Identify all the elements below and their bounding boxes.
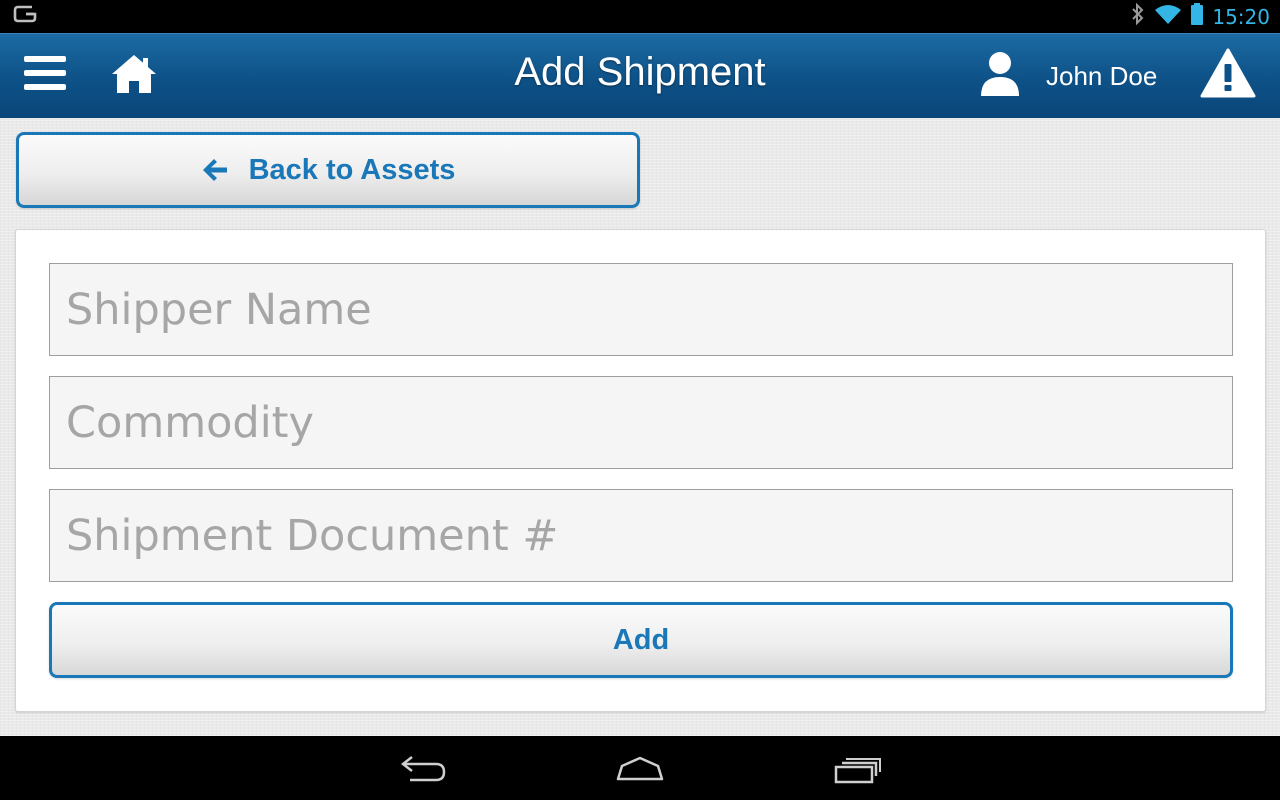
bluetooth-icon [1130, 2, 1146, 30]
home-icon [112, 55, 156, 93]
alert-button[interactable] [1200, 48, 1256, 100]
add-button-label: Add [612, 623, 670, 656]
nav-recents-icon [834, 758, 881, 784]
app-bar: Add Shipment John Doe [0, 33, 1280, 118]
menu-button[interactable] [24, 54, 68, 94]
commodity-input[interactable] [49, 376, 1233, 469]
content-area: Back to Assets Add [0, 118, 1280, 736]
g-notification-icon [12, 3, 38, 30]
nav-home-button[interactable] [612, 754, 668, 784]
shipment-form: Add [15, 229, 1266, 712]
status-time: 15:20 [1212, 4, 1270, 29]
user-name: John Doe [1046, 61, 1158, 91]
nav-back-icon [400, 756, 446, 782]
nav-back-button[interactable] [398, 754, 450, 784]
warning-icon [1200, 48, 1256, 98]
add-button[interactable]: Add [49, 602, 1233, 678]
back-to-assets-label: Back to Assets [248, 153, 456, 186]
hamburger-menu-icon [24, 56, 66, 90]
shipper-name-input[interactable] [49, 263, 1233, 356]
back-to-assets-button[interactable]: Back to Assets [16, 132, 640, 208]
nav-recents-button[interactable] [832, 756, 884, 784]
system-nav-bar [0, 736, 1280, 800]
user-icon [978, 50, 1022, 98]
arrow-left-icon [202, 159, 227, 181]
status-bar: 15:20 [0, 0, 1280, 33]
wifi-icon [1154, 3, 1182, 30]
nav-home-icon [616, 756, 664, 781]
home-button[interactable] [110, 52, 158, 96]
shipment-document-input[interactable] [49, 489, 1233, 582]
battery-icon [1190, 3, 1204, 30]
